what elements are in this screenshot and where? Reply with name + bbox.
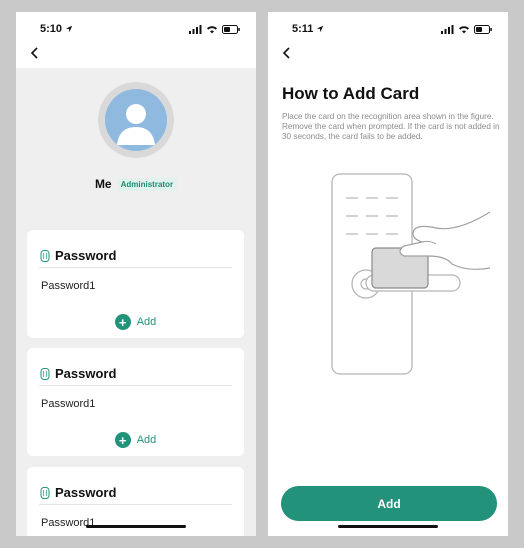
user-info: Me Administrator	[16, 177, 256, 191]
location-arrow-icon	[65, 25, 73, 33]
status-bar: 5:10	[16, 12, 256, 46]
user-avatar-icon	[105, 89, 167, 151]
location-arrow-icon	[317, 25, 324, 33]
signal-icon	[189, 24, 202, 34]
card-header: Password	[39, 485, 232, 505]
card-placement-illustration	[331, 173, 491, 375]
home-indicator	[86, 525, 186, 528]
password-keypad-icon	[40, 367, 50, 380]
password-keypad-icon	[40, 486, 50, 499]
add-password-button[interactable]: + Add	[27, 432, 244, 448]
battery-icon	[474, 24, 492, 34]
add-label: Add	[136, 316, 157, 328]
back-chevron-icon	[282, 47, 290, 59]
status-bar: 5:11	[268, 12, 508, 46]
user-name: Me	[94, 177, 112, 191]
avatar	[98, 82, 174, 158]
user-detail-screen: 5:10 Me Administrator Password Password1…	[16, 12, 256, 536]
back-chevron-icon	[30, 47, 38, 59]
plus-circle-icon: +	[114, 314, 131, 330]
add-card-screen: 5:11 How to Add Card Place the card on t…	[268, 12, 508, 536]
card-title: Password	[55, 248, 117, 263]
card-title: Password	[55, 485, 117, 500]
status-time: 5:10	[40, 23, 63, 35]
add-password-button[interactable]: + Add	[27, 314, 244, 330]
home-indicator	[338, 525, 438, 528]
card-title: Password	[55, 366, 117, 381]
wifi-icon	[207, 25, 217, 33]
status-time: 5:11	[292, 23, 314, 35]
plus-circle-icon: +	[114, 432, 131, 448]
password-card: Password Password1 + Add	[27, 230, 244, 338]
role-badge: Administrator	[116, 177, 178, 191]
wifi-icon	[459, 25, 469, 33]
add-button[interactable]: Add	[281, 486, 497, 521]
password-name[interactable]: Password1	[41, 280, 95, 292]
battery-icon	[222, 24, 240, 34]
signal-icon	[441, 24, 454, 34]
back-button[interactable]	[24, 42, 46, 64]
page-title: How to Add Card	[282, 84, 420, 103]
add-label: Add	[136, 434, 157, 446]
card-header: Password	[39, 248, 232, 268]
password-keypad-icon	[40, 249, 50, 262]
password-card: Password Password1 + Add	[27, 348, 244, 456]
password-name[interactable]: Password1	[41, 398, 95, 410]
back-button[interactable]	[276, 42, 298, 64]
card-header: Password	[39, 366, 232, 386]
instructions-text: Place the card on the recognition area s…	[282, 112, 500, 141]
